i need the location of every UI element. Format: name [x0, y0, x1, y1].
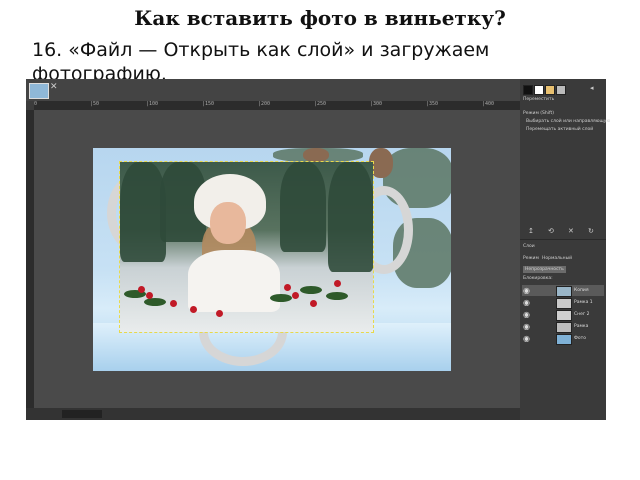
horizontal-ruler: 0 |50 |100 |150 |200 |250 |300 |350 |400: [34, 101, 520, 110]
holly-branch: [120, 280, 373, 332]
tool-icon[interactable]: ↻: [588, 227, 594, 235]
layer-name: Фото: [574, 336, 587, 341]
visibility-eye-icon[interactable]: ◉: [523, 334, 530, 343]
unit-selector[interactable]: [62, 410, 102, 418]
panel-divider: [520, 239, 606, 240]
visibility-eye-icon[interactable]: ◉: [523, 322, 530, 331]
canvas-area[interactable]: [34, 110, 520, 408]
ruler-tick: |400: [482, 101, 495, 107]
layer-thumbnail: [556, 298, 572, 309]
image-tab-thumbnail[interactable]: [29, 83, 49, 99]
ruler-tick: |350: [426, 101, 439, 107]
ruler-tick: |250: [314, 101, 327, 107]
layer-thumbnail: [556, 322, 572, 333]
layer-mode-label: Режим: [523, 256, 539, 261]
photo-layer[interactable]: [119, 161, 374, 333]
layer-name: Рамка 1: [574, 300, 593, 305]
holly-leaf: [270, 294, 292, 302]
holly-berry: [146, 292, 153, 299]
ruler-tick: |300: [370, 101, 383, 107]
gimp-screenshot: ✕ 0 |50 |100 |150 |200 |250 |300 |350 |4…: [26, 79, 610, 420]
tool-mode-label: Режим (Shift): [523, 111, 555, 116]
holly-leaf: [144, 298, 166, 306]
status-bar: [26, 408, 520, 420]
layer-row[interactable]: ◉ Копия: [522, 285, 604, 297]
vignette-image[interactable]: [93, 148, 451, 371]
tool-icon[interactable]: ⟲: [548, 227, 554, 235]
layer-mode-select[interactable]: Нормальный: [542, 256, 572, 261]
slide-instruction: 16. «Файл — Открыть как слой» и загружае…: [32, 39, 490, 80]
layer-thumbnail: [556, 286, 572, 297]
layer-name: Снег 2: [574, 312, 590, 317]
tree: [328, 162, 373, 272]
ruler-tick: |100: [146, 101, 159, 107]
pattern-swatch[interactable]: [556, 85, 566, 95]
ruler-tick: |200: [258, 101, 271, 107]
ruler-tick: |150: [202, 101, 215, 107]
background-color-swatch[interactable]: [534, 85, 544, 95]
right-dock: ◂ Переместить Режим (Shift) Выбирать сло…: [520, 79, 610, 420]
visibility-eye-icon[interactable]: ◉: [523, 298, 530, 307]
holly-berry: [170, 300, 177, 307]
pine-cone: [303, 148, 329, 162]
slide-title: Как вставить фото в виньетку?: [134, 6, 506, 30]
holly-berry: [138, 286, 145, 293]
holly-berry: [310, 300, 317, 307]
holly-berry: [190, 306, 197, 313]
tool-options-title: Переместить: [523, 97, 555, 102]
lock-label: Блокировка:: [523, 276, 553, 281]
girl-face: [210, 202, 246, 244]
option-move-active[interactable]: Перемещать активный слой: [526, 127, 593, 132]
holly-leaf: [300, 286, 322, 294]
layer-row[interactable]: ◉ Рамка 1: [522, 297, 604, 309]
option-pick-layer[interactable]: Выбирать слой или направляющую: [526, 119, 610, 124]
layer-name: Копия: [574, 288, 589, 293]
brush-swatch[interactable]: [545, 85, 555, 95]
close-icon[interactable]: ✕: [50, 82, 60, 96]
layer-name: Рамка: [574, 324, 589, 329]
tool-icon[interactable]: ↥: [528, 227, 534, 235]
panel-menu-icon[interactable]: ◂: [590, 84, 594, 92]
visibility-eye-icon[interactable]: ◉: [523, 310, 530, 319]
opacity-slider[interactable]: Непрозрачность: [523, 266, 566, 273]
layer-thumbnail: [556, 334, 572, 345]
image-tabs-bar: ✕: [26, 79, 520, 101]
vertical-ruler: [26, 110, 34, 408]
holly-leaf: [326, 292, 348, 300]
foreground-color-swatch[interactable]: [523, 85, 533, 95]
tool-icon[interactable]: ✕: [568, 227, 574, 235]
ruler-tick: |50: [90, 101, 100, 107]
holly-berry: [334, 280, 341, 287]
layer-row[interactable]: ◉ Снег 2: [522, 309, 604, 321]
tab-layers[interactable]: Слои: [523, 244, 535, 249]
visibility-eye-icon[interactable]: ◉: [523, 286, 530, 295]
ruler-tick: 0: [34, 101, 38, 107]
tree: [280, 162, 326, 252]
layer-row[interactable]: ◉ Фото: [522, 333, 604, 345]
holly-berry: [284, 284, 291, 291]
layer-row[interactable]: ◉ Рамка: [522, 321, 604, 333]
holly-berry: [216, 310, 223, 317]
layer-thumbnail: [556, 310, 572, 321]
holly-berry: [292, 292, 299, 299]
